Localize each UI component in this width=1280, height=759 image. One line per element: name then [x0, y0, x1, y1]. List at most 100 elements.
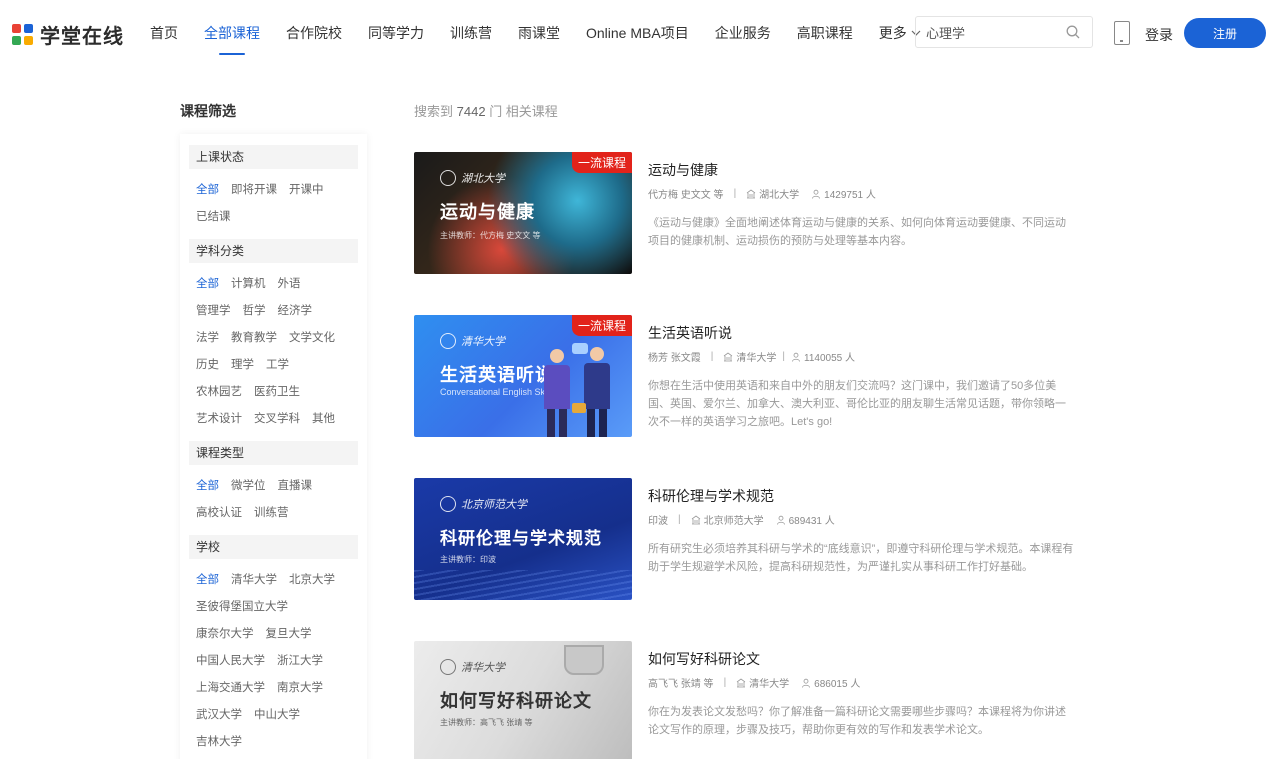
course-learners: 686015 人 — [814, 679, 861, 690]
filter-option[interactable]: 高校认证 — [196, 500, 242, 527]
filter-group-head-status: 上课状态 — [189, 145, 358, 169]
nav-rain-classroom[interactable]: 雨课堂 — [518, 23, 560, 43]
thumbnail-subtitle: 主讲教师：代方梅 史文文 等 — [440, 231, 541, 240]
filter-option[interactable]: 全部 — [196, 271, 219, 298]
filter-option[interactable]: 全部 — [196, 567, 219, 594]
result-count-suffix: 门 相关课程 — [489, 104, 558, 119]
course-card[interactable]: 清华大学 生活英语听说 Conversational English Skill… — [414, 315, 1074, 439]
filter-option[interactable]: 历史 — [196, 352, 219, 379]
course-meta: 代方梅 史文文 等 | 湖北大学 1429751 人 — [648, 188, 876, 201]
filter-option[interactable]: 吉林大学 — [196, 729, 242, 756]
course-school: 北京师范大学 — [703, 516, 764, 527]
filter-option[interactable]: 上海交通大学 — [196, 675, 265, 702]
course-card[interactable]: 清华大学 如何写好科研论文 主讲教师：高飞飞 张靖 等 如何写好科研论文 高飞飞… — [414, 641, 1074, 759]
logo-text: 学堂在线 — [40, 26, 124, 48]
school-icon — [724, 352, 733, 361]
thumbnail-university-label: 北京师范大学 — [461, 499, 527, 511]
filter-group-status: 全部 即将开课 开课中 已结课 — [189, 177, 358, 231]
filter-option[interactable]: 其他 — [312, 406, 335, 433]
course-learners: 1140055 人 — [804, 353, 855, 364]
result-count-prefix: 搜索到 — [414, 104, 454, 119]
course-title[interactable]: 科研伦理与学术规范 — [648, 486, 774, 506]
filter-option[interactable]: 北京大学 — [289, 567, 335, 594]
filter-option[interactable]: 哲学 — [243, 298, 266, 325]
search-icon[interactable] — [1066, 25, 1080, 39]
course-learners: 1429751 人 — [824, 190, 876, 201]
filter-option[interactable]: 交叉学科 — [254, 406, 300, 433]
nav-partner-schools[interactable]: 合作院校 — [286, 23, 342, 43]
filter-option[interactable]: 全部 — [196, 177, 219, 204]
filter-option[interactable]: 南京大学 — [277, 675, 323, 702]
course-card[interactable]: 北京师范大学 科研伦理与学术规范 主讲教师：印波 科研伦理与学术规范 印波 | … — [414, 478, 1074, 602]
filter-option[interactable]: 文学文化 — [289, 325, 335, 352]
university-seal-icon — [440, 170, 456, 186]
filter-option[interactable]: 经济学 — [278, 298, 313, 325]
university-seal-icon — [440, 659, 456, 675]
nav-home[interactable]: 首页 — [150, 23, 178, 43]
thumbnail-university: 湖北大学 — [440, 170, 505, 186]
decorative-wave — [414, 570, 632, 600]
course-title[interactable]: 如何写好科研论文 — [648, 649, 760, 669]
filter-option[interactable]: 微学位 — [231, 473, 266, 500]
course-thumbnail[interactable]: 湖北大学 运动与健康 主讲教师：代方梅 史文文 等 一流课程 — [414, 152, 632, 274]
search-input[interactable] — [926, 24, 1056, 40]
filter-option[interactable]: 中国人民大学 — [196, 648, 265, 675]
filter-option[interactable]: 中山大学 — [254, 702, 300, 729]
filter-option[interactable]: 外语 — [278, 271, 301, 298]
nav-online-mba[interactable]: Online MBA项目 — [586, 23, 689, 43]
nav-equivalent-degree[interactable]: 同等学力 — [368, 23, 424, 43]
course-meta: 高飞飞 张靖 等 | 清华大学 686015 人 — [648, 677, 861, 690]
filter-option[interactable]: 管理学 — [196, 298, 231, 325]
filter-option[interactable]: 复旦大学 — [266, 621, 312, 648]
course-title[interactable]: 生活英语听说 — [648, 323, 732, 343]
site-logo[interactable]: 学堂在线 — [12, 20, 124, 49]
filter-option[interactable]: 已结课 — [196, 204, 231, 231]
course-thumbnail[interactable]: 清华大学 如何写好科研论文 主讲教师：高飞飞 张靖 等 — [414, 641, 632, 759]
thumbnail-subtitle: 主讲教师：印波 — [440, 555, 496, 564]
nav-enterprise[interactable]: 企业服务 — [715, 23, 771, 43]
school-icon — [736, 678, 746, 687]
filter-option[interactable]: 开课中 — [289, 177, 324, 204]
mobile-app-icon[interactable] — [1114, 21, 1130, 45]
course-learners: 689431 人 — [788, 516, 835, 527]
filter-option[interactable]: 康奈尔大学 — [196, 621, 254, 648]
filter-option[interactable]: 医药卫生 — [254, 379, 300, 406]
thumbnail-title: 科研伦理与学术规范 — [440, 529, 602, 548]
nav-vocational[interactable]: 高职课程 — [797, 23, 853, 43]
course-school: 清华大学 — [736, 353, 777, 364]
register-button[interactable]: 注册 — [1184, 18, 1266, 48]
thumbnail-title: 如何写好科研论文 — [440, 691, 592, 711]
filter-option[interactable]: 教育教学 — [231, 325, 277, 352]
filter-option[interactable]: 农林园艺 — [196, 379, 242, 406]
filter-group-type: 全部 微学位 直播课 高校认证 训练营 — [189, 473, 358, 527]
user-icon — [812, 189, 821, 199]
filter-option[interactable]: 工学 — [266, 352, 289, 379]
filter-option[interactable]: 法学 — [196, 325, 219, 352]
filter-option[interactable]: 理学 — [231, 352, 254, 379]
filter-option[interactable]: 艺术设计 — [196, 406, 242, 433]
school-icon — [691, 515, 700, 524]
filter-group-school: 全部 清华大学 北京大学 圣彼得堡国立大学 康奈尔大学 复旦大学 中国人民大学 … — [189, 567, 358, 756]
filter-option[interactable]: 全部 — [196, 473, 219, 500]
course-description: 《运动与健康》全面地阐述体育运动与健康的关系、如何向体育运动要健康、不同运动项目… — [648, 217, 1066, 247]
course-title[interactable]: 运动与健康 — [648, 160, 718, 180]
filter-option[interactable]: 浙江大学 — [277, 648, 323, 675]
login-link[interactable]: 登录 — [1145, 25, 1173, 45]
illustration-people — [542, 343, 622, 437]
course-thumbnail[interactable]: 清华大学 生活英语听说 Conversational English Skill… — [414, 315, 632, 437]
filter-option[interactable]: 计算机 — [231, 271, 266, 298]
filter-option[interactable]: 清华大学 — [231, 567, 277, 594]
nav-bootcamp[interactable]: 训练营 — [450, 23, 492, 43]
main-nav: 首页 全部课程 合作院校 同等学力 训练营 雨课堂 Online MBA项目 企… — [150, 0, 947, 66]
filter-option[interactable]: 武汉大学 — [196, 702, 242, 729]
filter-option[interactable]: 训练营 — [254, 500, 289, 527]
course-thumbnail[interactable]: 北京师范大学 科研伦理与学术规范 主讲教师：印波 — [414, 478, 632, 600]
course-card[interactable]: 湖北大学 运动与健康 主讲教师：代方梅 史文文 等 一流课程 运动与健康 代方梅… — [414, 152, 1074, 276]
top-course-badge: 一流课程 — [571, 152, 632, 173]
filter-option[interactable]: 直播课 — [278, 473, 313, 500]
filter-option[interactable]: 即将开课 — [231, 177, 277, 204]
search-box[interactable] — [915, 16, 1093, 48]
nav-all-courses[interactable]: 全部课程 — [204, 23, 260, 43]
filter-option[interactable]: 圣彼得堡国立大学 — [196, 594, 288, 621]
course-description: 你在为发表论文发愁吗？你了解准备一篇科研论文需要哪些步骤吗？本课程将为你讲述论文… — [648, 706, 1066, 736]
